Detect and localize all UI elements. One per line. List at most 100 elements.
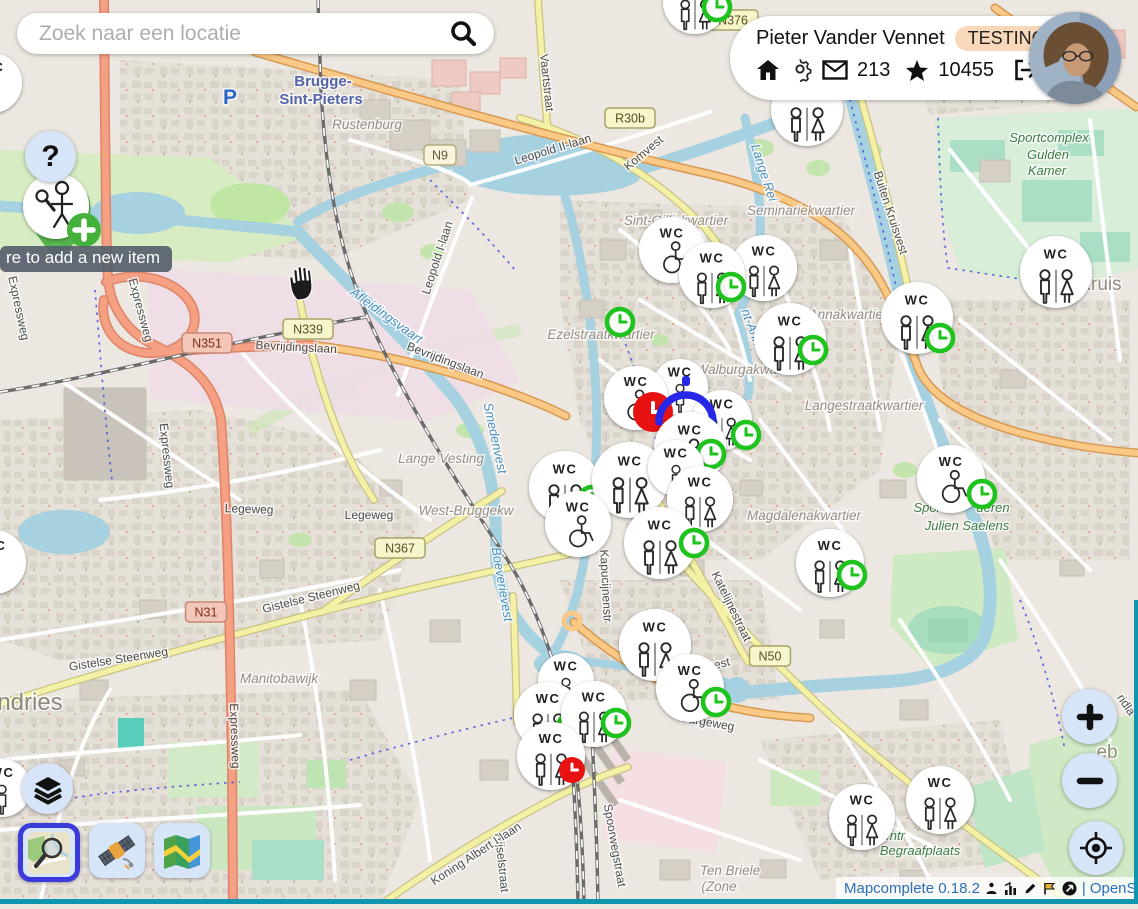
map-label: Legeweg [225,501,274,517]
map-label: P [223,86,237,109]
zoom-in-button[interactable] [1062,689,1117,744]
svg-text:WC: WC [700,251,725,266]
minus-icon [1075,766,1105,796]
svg-text:N339: N339 [293,323,323,337]
map-label: Lange Vesting [398,451,484,466]
map-label: Legeweg [345,508,394,522]
road-shield: N367 [375,538,425,558]
svg-text:WC: WC [678,663,703,678]
attribution-separator: | [1082,880,1086,897]
road-shield: R30b [605,108,655,128]
toilet-pin[interactable]: WC [1020,236,1092,308]
svg-text:WC: WC [778,313,803,328]
toilet-pin[interactable]: WC [829,784,895,850]
attribution-bar: Mapcomplete 0.18.2 | OpenStreetMap [836,877,1134,899]
map-label: Kamer [1028,163,1067,178]
zoom-out-button[interactable] [1062,753,1117,808]
satellite-icon [95,829,139,873]
toilet-pin[interactable]: WC [517,722,585,790]
user-name[interactable]: Pieter Vander Vennet [756,27,945,50]
svg-text:WC: WC [624,374,649,389]
envelope-icon[interactable] [822,60,848,80]
map-label: Sint-Pieters [279,91,362,108]
map-label: Ten Briele [700,863,760,878]
hand-cursor-icon [281,262,321,304]
svg-text:N31: N31 [195,606,218,620]
toilet-pin[interactable]: WC [679,242,745,308]
osm-logo-icon[interactable] [1062,881,1077,896]
svg-text:WC: WC [0,765,14,780]
map-label: Ezelstraatkwartier [547,327,655,342]
user-avatar[interactable] [1029,12,1121,104]
map-label: Expressweg [227,703,243,769]
svg-text:WC: WC [928,775,953,790]
svg-text:WC: WC [648,517,673,532]
map-label: Julien Saelens [924,518,1010,533]
osm-map-thumbnail-icon [28,832,70,874]
star-count[interactable]: 10455 [938,59,994,82]
edit-icon[interactable] [1024,882,1037,895]
map-label: ndries [0,689,63,716]
home-icon[interactable] [756,59,780,81]
background-option-map[interactable] [154,823,210,878]
svg-text:R30b: R30b [615,112,645,126]
star-icon [905,59,929,82]
osm-link[interactable]: OpenStreetMap [1090,880,1138,897]
toilet-pin[interactable]: WC [545,491,611,557]
layer-selection-button[interactable] [22,763,73,814]
svg-text:WC: WC [536,691,561,706]
map-label: Langestraatkwartier [805,398,924,413]
mapcomplete-app: { "search": { "placeholder": "Zoek naar … [0,0,1138,904]
help-button[interactable]: ? [25,131,76,182]
svg-text:WC: WC [664,445,689,460]
svg-text:WC: WC [566,500,591,515]
toilet-pin[interactable]: WC [754,303,826,375]
svg-text:N50: N50 [759,650,782,664]
svg-text:WC: WC [752,244,777,259]
map-label: Gulden [1027,147,1069,162]
map-label: Seminariekwartier [747,203,856,218]
toilet-pin[interactable]: WC [906,766,974,834]
statistics-icon[interactable] [1004,882,1018,895]
search-bar[interactable] [17,13,494,54]
search-input[interactable] [37,21,446,47]
svg-text:WC: WC [1044,246,1069,261]
svg-text:WC: WC [688,475,713,490]
app-version-link[interactable]: Mapcomplete 0.18.2 [844,880,980,897]
svg-text:WC: WC [905,292,930,307]
background-option-osm[interactable] [18,823,80,882]
background-option-satellite[interactable] [89,823,145,878]
map-canvas[interactable]: Brugge-Sint-PietersRustenburgSint-Gillis… [0,0,1138,904]
map-label: Begraafplaats [880,843,961,858]
help-label: ? [41,140,59,174]
svg-text:WC: WC [539,731,564,746]
status-badge[interactable] [607,309,633,335]
svg-text:WC: WC [553,461,578,476]
svg-text:WC: WC [582,690,607,705]
gear-icon[interactable] [789,58,813,82]
svg-text:WC: WC [660,226,685,241]
toilet-pin[interactable]: WC [881,282,953,354]
svg-text:N351: N351 [192,337,222,351]
map-label: Sportcomplex [1009,130,1089,145]
road-shield: N9 [424,145,456,165]
right-edge-bar [1134,600,1138,904]
map-label: Magdalenakwartier [747,508,862,523]
road-shield: N351 [182,333,232,353]
map-label: (Zone [701,879,736,894]
theme-icon[interactable] [1043,882,1056,895]
bottom-edge-bar [0,899,1138,904]
crosshair-icon [1078,830,1114,866]
geolocate-button[interactable] [1069,821,1123,875]
search-icon[interactable] [446,17,480,51]
map-label: Rustenburg [332,117,402,132]
svg-text:WC: WC [678,422,703,437]
svg-text:WC: WC [939,454,964,469]
add-item-tooltip: re to add a new item [0,246,172,272]
road-shield: N50 [750,646,791,666]
inbox-count[interactable]: 213 [857,59,890,82]
contributors-icon[interactable] [985,882,998,895]
svg-text:N9: N9 [432,149,448,163]
svg-text:WC: WC [554,658,579,673]
svg-text:WC: WC [0,538,6,553]
